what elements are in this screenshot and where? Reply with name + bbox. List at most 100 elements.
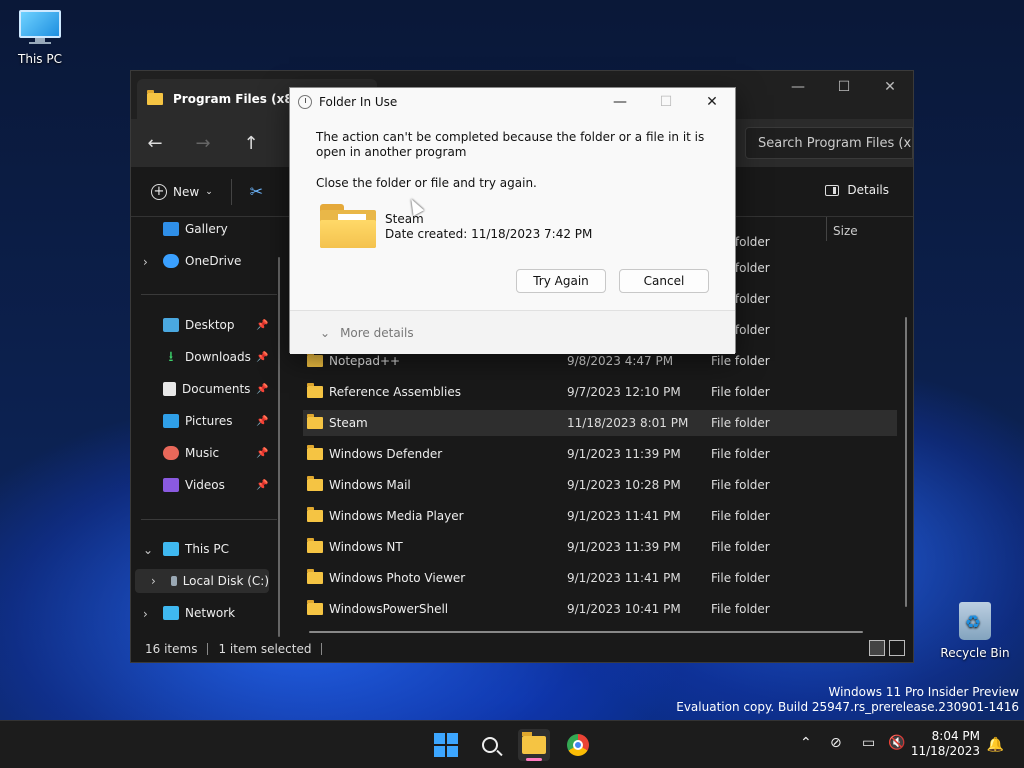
sidebar-item-label: This PC bbox=[185, 542, 229, 556]
folder-icon bbox=[522, 732, 546, 754]
row-date: 9/1/2023 10:41 PM bbox=[567, 602, 681, 616]
sidebar-item-desktop[interactable]: Desktop 📌 bbox=[163, 313, 268, 337]
try-again-button[interactable]: Try Again bbox=[516, 269, 606, 293]
sidebar-divider bbox=[141, 519, 277, 520]
table-row[interactable]: Windows NT 9/1/2023 11:39 PM File folder bbox=[303, 534, 897, 560]
video-icon bbox=[163, 478, 179, 492]
new-button[interactable]: + New ⌄ bbox=[151, 183, 213, 200]
this-pc-desktop-icon[interactable]: This PC bbox=[0, 10, 80, 66]
sidebar-item-label: OneDrive bbox=[185, 254, 242, 268]
status-bar: 16 items 1 item selected bbox=[131, 636, 913, 662]
up-arrow-icon[interactable]: ↑ bbox=[227, 133, 275, 154]
display-icon[interactable]: ▭ bbox=[862, 735, 875, 751]
vertical-scrollbar[interactable] bbox=[905, 317, 907, 607]
pin-icon[interactable]: 📌 bbox=[256, 352, 268, 363]
sidebar-item-videos[interactable]: Videos 📌 bbox=[163, 473, 268, 497]
row-date: 9/1/2023 11:39 PM bbox=[567, 540, 681, 554]
pin-icon[interactable]: 📌 bbox=[256, 416, 268, 427]
back-arrow-icon[interactable]: ← bbox=[131, 133, 179, 154]
table-row[interactable]: Windows Photo Viewer 9/1/2023 11:41 PM F… bbox=[303, 565, 897, 591]
row-name: Windows Photo Viewer bbox=[329, 571, 466, 585]
volume-muted-icon[interactable]: 🔇 bbox=[888, 735, 905, 751]
minimize-button[interactable]: — bbox=[775, 71, 821, 103]
cancel-button[interactable]: Cancel bbox=[619, 269, 709, 293]
dialog-close-button[interactable]: ✕ bbox=[689, 88, 735, 116]
folder-icon bbox=[307, 414, 323, 429]
file-date: Date created: 11/18/2023 7:42 PM bbox=[385, 227, 593, 241]
cloud-icon bbox=[163, 254, 179, 268]
row-date: 9/1/2023 11:41 PM bbox=[567, 571, 681, 585]
clock-icon bbox=[298, 95, 312, 109]
row-name: Windows Mail bbox=[329, 478, 411, 492]
dialog-titlebar: Folder In Use — ☐ ✕ bbox=[290, 88, 735, 116]
table-row[interactable]: Windows Defender 9/1/2023 11:39 PM File … bbox=[303, 441, 897, 467]
chevron-down-icon[interactable]: ⌄ bbox=[143, 543, 153, 557]
monitor-icon bbox=[19, 10, 61, 44]
sidebar-item-music[interactable]: Music 📌 bbox=[163, 441, 268, 465]
table-row[interactable]: Windows Mail 9/1/2023 10:28 PM File fold… bbox=[303, 472, 897, 498]
tiles-view-icon[interactable] bbox=[889, 640, 905, 656]
monitor-icon bbox=[163, 542, 179, 556]
row-type: File folder bbox=[711, 447, 770, 461]
sidebar-item-documents[interactable]: Documents 📌 bbox=[163, 377, 268, 401]
file-name: Steam bbox=[385, 212, 424, 226]
dialog-title: Folder In Use bbox=[319, 95, 398, 109]
network-icon bbox=[163, 606, 179, 620]
row-type: File folder bbox=[711, 478, 770, 492]
pin-icon[interactable]: 📌 bbox=[256, 384, 268, 395]
sidebar-item-pictures[interactable]: Pictures 📌 bbox=[163, 409, 268, 433]
row-type: File folder bbox=[711, 602, 770, 616]
search-button[interactable] bbox=[474, 729, 506, 761]
details-view-icon[interactable] bbox=[869, 640, 885, 656]
taskbar-chrome[interactable] bbox=[562, 729, 594, 761]
evaluation-watermark: Windows 11 Pro Insider Preview Evaluatio… bbox=[676, 685, 1019, 715]
table-row[interactable]: Windows Media Player 9/1/2023 11:41 PM F… bbox=[303, 503, 897, 529]
pin-icon[interactable]: 📌 bbox=[256, 480, 268, 491]
sidebar-item-label: Videos bbox=[185, 478, 225, 492]
row-date: 9/1/2023 11:41 PM bbox=[567, 509, 681, 523]
horizontal-scrollbar[interactable] bbox=[309, 631, 863, 633]
sidebar-item-gallery[interactable]: Gallery bbox=[163, 217, 228, 241]
cut-icon[interactable]: ✂ bbox=[250, 182, 263, 201]
sidebar-item-local-disk[interactable]: › Local Disk (C:) bbox=[135, 569, 269, 593]
pin-icon[interactable]: 📌 bbox=[256, 320, 268, 331]
chrome-icon bbox=[567, 734, 589, 756]
dialog-maximize-button: ☐ bbox=[659, 94, 673, 110]
pin-icon[interactable]: 📌 bbox=[256, 448, 268, 459]
dialog-instruction: Close the folder or file and try again. bbox=[316, 176, 537, 190]
taskbar-file-explorer[interactable] bbox=[518, 729, 550, 761]
folder-in-use-dialog: Folder In Use — ☐ ✕ The action can't be … bbox=[289, 87, 736, 354]
sidebar-item-network[interactable]: Network bbox=[163, 601, 235, 625]
system-clock[interactable]: 8:04 PM 11/18/2023 bbox=[911, 729, 980, 759]
notification-bell-icon[interactable]: 🔔 bbox=[987, 737, 1004, 753]
search-input[interactable]: Search Program Files (x86 bbox=[745, 127, 913, 159]
folder-icon bbox=[307, 600, 323, 615]
chevron-right-icon[interactable]: › bbox=[143, 607, 148, 621]
sidebar-scrollbar[interactable] bbox=[278, 257, 280, 637]
chevron-up-icon[interactable]: ⌃ bbox=[800, 735, 812, 751]
more-details-toggle[interactable]: ⌄ More details bbox=[290, 310, 735, 354]
row-date: 9/8/2023 4:47 PM bbox=[567, 354, 674, 368]
details-button[interactable]: Details bbox=[825, 183, 889, 197]
table-row[interactable]: Reference Assemblies 9/7/2023 12:10 PM F… bbox=[303, 379, 897, 405]
start-button[interactable] bbox=[430, 729, 462, 761]
watermark-line: Evaluation copy. Build 25947.rs_prerelea… bbox=[676, 700, 1019, 714]
dialog-minimize-button[interactable]: — bbox=[597, 88, 643, 116]
recycle-bin-desktop-icon[interactable]: ♻ Recycle Bin bbox=[935, 598, 1015, 660]
forward-arrow-icon[interactable]: → bbox=[179, 133, 227, 154]
active-app-indicator bbox=[526, 758, 542, 761]
network-offline-icon[interactable]: ⊘ bbox=[830, 735, 842, 751]
table-row[interactable]: WindowsPowerShell 9/1/2023 10:41 PM File… bbox=[303, 596, 897, 622]
row-name: Notepad++ bbox=[329, 354, 401, 368]
chevron-right-icon[interactable]: › bbox=[143, 255, 148, 269]
table-row-selected[interactable]: Steam 11/18/2023 8:01 PM File folder bbox=[303, 410, 897, 436]
close-button[interactable]: ✕ bbox=[867, 71, 913, 103]
folder-icon bbox=[320, 204, 376, 248]
chevron-down-icon: ⌄ bbox=[320, 325, 331, 340]
sidebar-item-this-pc[interactable]: This PC bbox=[163, 537, 229, 561]
sidebar-item-onedrive[interactable]: OneDrive bbox=[163, 249, 241, 273]
sidebar-item-downloads[interactable]: ⭳ Downloads 📌 bbox=[163, 345, 269, 369]
chevron-right-icon[interactable]: › bbox=[151, 574, 156, 588]
row-name: WindowsPowerShell bbox=[329, 602, 449, 616]
maximize-button[interactable]: ☐ bbox=[821, 71, 867, 103]
